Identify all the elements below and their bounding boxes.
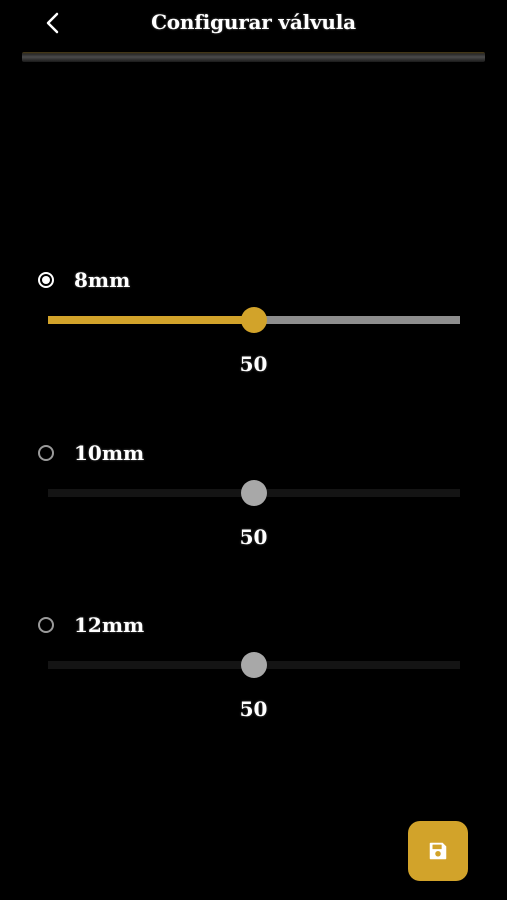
radio-row-8mm[interactable]: 8mm xyxy=(38,268,130,292)
app-header: Configurar válvula xyxy=(0,0,507,50)
header-divider xyxy=(22,52,485,62)
slider-12mm[interactable] xyxy=(48,651,460,679)
valve-option-12mm: 12mm 50 xyxy=(0,613,507,743)
slider-value: 50 xyxy=(239,697,268,721)
save-button[interactable] xyxy=(408,821,468,881)
radio-selected-dot xyxy=(42,276,50,284)
option-label: 10mm xyxy=(74,441,145,465)
page-title: Configurar válvula xyxy=(151,10,356,34)
slider-value: 50 xyxy=(239,525,268,549)
slider-8mm[interactable] xyxy=(48,306,460,334)
option-label: 8mm xyxy=(74,268,131,292)
option-label: 12mm xyxy=(74,613,145,637)
slider-fill xyxy=(48,661,254,669)
slider-fill xyxy=(48,316,254,324)
slider-value: 50 xyxy=(239,352,268,376)
slider-fill xyxy=(48,489,254,497)
valve-option-8mm: 8mm 50 xyxy=(0,268,507,398)
save-icon xyxy=(429,842,447,860)
radio-row-10mm[interactable]: 10mm xyxy=(38,441,144,465)
radio-button-8mm[interactable] xyxy=(38,272,54,288)
slider-10mm[interactable] xyxy=(48,479,460,507)
slider-thumb[interactable] xyxy=(241,652,267,678)
valve-option-10mm: 10mm 50 xyxy=(0,441,507,571)
slider-thumb[interactable] xyxy=(241,480,267,506)
radio-button-12mm[interactable] xyxy=(38,617,54,633)
radio-row-12mm[interactable]: 12mm xyxy=(38,613,144,637)
slider-thumb[interactable] xyxy=(241,307,267,333)
radio-button-10mm[interactable] xyxy=(38,445,54,461)
